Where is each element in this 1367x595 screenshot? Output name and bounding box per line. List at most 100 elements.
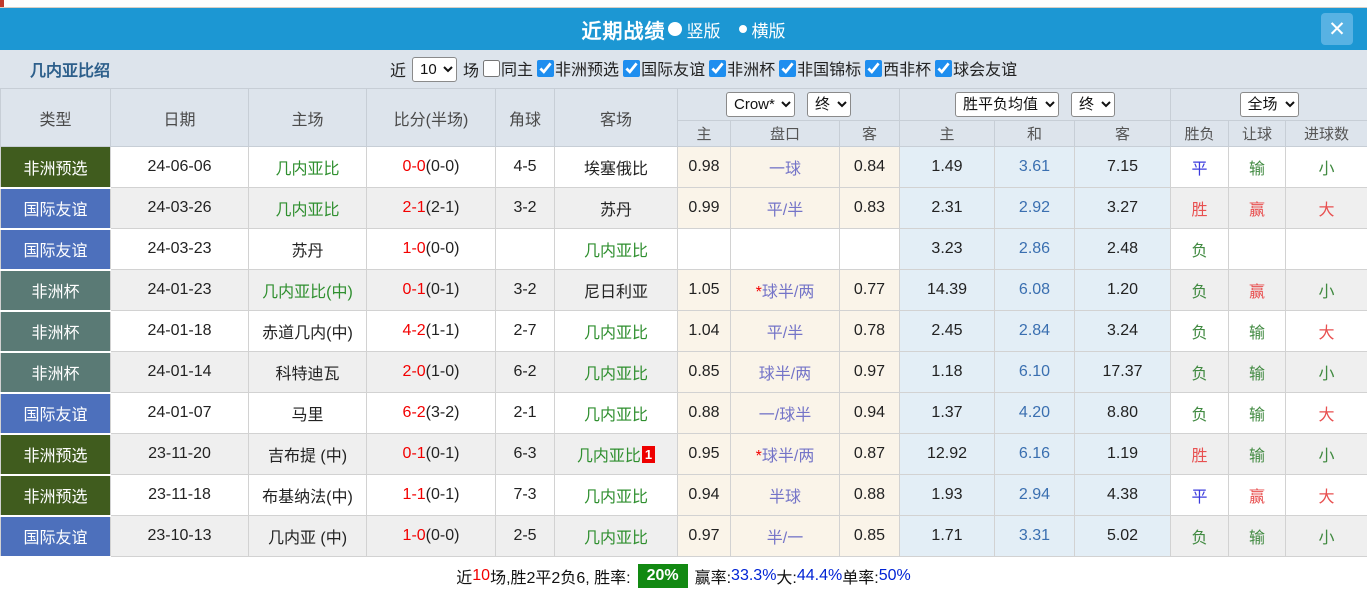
match-type: 国际友谊 bbox=[0, 515, 111, 558]
filter-checkbox-1[interactable]: 非洲预选 bbox=[537, 56, 619, 80]
match-date: 23-10-13 bbox=[110, 515, 249, 557]
europe-odds-select[interactable]: 胜平负均值 bbox=[955, 92, 1060, 117]
filter-checkbox-label: 非洲预选 bbox=[555, 62, 620, 80]
match-row: 非洲杯 24-01-14 科特迪瓦 2-0(1-0) 6-2 几内亚比 0.85 球半/两 0.… bbox=[0, 351, 1367, 394]
sub-header-eu-away: 客 bbox=[1073, 120, 1172, 147]
result-winloss: 负 bbox=[1170, 392, 1230, 434]
result-scope-select[interactable]: 全场 bbox=[1239, 92, 1299, 117]
asia-home-odds: 0.94 bbox=[677, 474, 731, 516]
asia-handicap: *球半/两 bbox=[730, 433, 840, 475]
filter-checkbox-group: 同主 非洲预选 国际友谊 非洲杯 非国锦标 西非杯 球会友谊 bbox=[479, 56, 1017, 82]
filter-checkbox-0[interactable]: 同主 bbox=[483, 56, 533, 80]
result-winloss: 负 bbox=[1170, 228, 1230, 270]
sub-header-winloss: 胜负 bbox=[1170, 120, 1230, 147]
europe-home-odds: 1.71 bbox=[899, 515, 995, 557]
result-winloss: 平 bbox=[1170, 474, 1230, 516]
filter-checkbox-label: 非国锦标 bbox=[797, 62, 862, 80]
europe-time-select[interactable]: 终 bbox=[1071, 92, 1116, 117]
home-team: 几内亚比 bbox=[248, 187, 367, 229]
fulltime-score: 1-1 bbox=[402, 486, 426, 503]
home-team: 吉布提 (中) bbox=[248, 433, 367, 475]
asia-home-odds: 1.05 bbox=[677, 269, 731, 311]
result-handicap: 输 bbox=[1228, 146, 1287, 188]
asia-away-odds: 0.78 bbox=[839, 310, 900, 352]
away-team: 几内亚比 bbox=[554, 474, 678, 516]
europe-home-odds: 1.93 bbox=[899, 474, 995, 516]
europe-draw-odds: 3.31 bbox=[994, 515, 1075, 557]
match-row: 非洲杯 24-01-18 赤道几内(中) 4-2(1-1) 2-7 几内亚比 1.04 平/半… bbox=[0, 310, 1367, 353]
radio-unselected-icon[interactable] bbox=[738, 25, 747, 33]
filter-bar: 几内亚比绍 近 10 场 同主 非洲预选 国际友谊 非洲杯 非国锦标 西非杯 球会友谊 bbox=[0, 50, 1367, 88]
halftime-score: (2-1) bbox=[425, 199, 460, 216]
summary-segment-2: 场,胜2平2负6, 胜率: bbox=[490, 570, 631, 587]
field-label: 场 bbox=[463, 63, 480, 80]
match-type: 非洲预选 bbox=[0, 146, 111, 189]
summary-segment-8: 单率: bbox=[842, 570, 879, 587]
europe-home-odds: 1.37 bbox=[899, 392, 995, 434]
view-option-horizontal[interactable]: 横版 bbox=[723, 17, 786, 42]
filter-checkbox-label: 西非杯 bbox=[883, 62, 932, 80]
filter-checkbox-input-1[interactable] bbox=[537, 59, 555, 77]
result-handicap: 输 bbox=[1228, 433, 1287, 475]
filter-checkbox-3[interactable]: 非洲杯 bbox=[709, 56, 775, 80]
away-team-name: 几内亚比 bbox=[583, 530, 648, 547]
filter-checkbox-input-5[interactable] bbox=[865, 59, 883, 77]
match-count-select[interactable]: 10 bbox=[412, 56, 458, 82]
corner-score: 7-3 bbox=[495, 474, 555, 516]
col-header-corner: 角球 bbox=[495, 88, 555, 147]
home-team: 几内亚比 bbox=[248, 146, 367, 188]
match-row: 国际友谊 24-01-07 马里 6-2(3-2) 2-1 几内亚比 0.88 一/球半 0.9… bbox=[0, 392, 1367, 435]
filter-checkbox-input-4[interactable] bbox=[779, 59, 797, 77]
filter-checkbox-input-2[interactable] bbox=[623, 59, 641, 77]
view-option-vertical[interactable]: 竖版 bbox=[667, 17, 721, 42]
close-icon[interactable]: ✕ bbox=[1321, 13, 1353, 45]
match-row: 国际友谊 23-10-13 几内亚 (中) 1-0(0-0) 2-5 几内亚比 0.97 半/… bbox=[0, 515, 1367, 558]
handicap-text: 半球 bbox=[768, 489, 801, 506]
home-team: 布基纳法(中) bbox=[248, 474, 367, 516]
summary-segment-5: 33.3% bbox=[731, 567, 777, 584]
radio-selected-icon[interactable] bbox=[667, 22, 682, 36]
match-row: 非洲预选 23-11-18 布基纳法(中) 1-1(0-1) 7-3 几内亚比 0.94 半球… bbox=[0, 474, 1367, 517]
asia-away-odds: 0.77 bbox=[839, 269, 900, 311]
filter-checkbox-input-0[interactable] bbox=[483, 59, 501, 77]
filter-checkbox-6[interactable]: 球会友谊 bbox=[935, 56, 1017, 80]
filter-checkbox-4[interactable]: 非国锦标 bbox=[779, 56, 861, 80]
home-team: 几内亚比(中) bbox=[248, 269, 367, 311]
europe-away-odds: 1.19 bbox=[1073, 433, 1172, 475]
asia-handicap: 平/半 bbox=[730, 187, 840, 229]
result-goals: 大 bbox=[1285, 392, 1367, 434]
away-team: 几内亚比 bbox=[554, 515, 678, 557]
live-badge: 1 bbox=[641, 446, 656, 463]
team-name: 几内亚比绍 bbox=[30, 63, 111, 80]
result-goals: 小 bbox=[1285, 433, 1367, 475]
result-goals bbox=[1285, 228, 1367, 270]
europe-draw-odds: 3.61 bbox=[994, 146, 1075, 188]
asia-odds-header-cell: Crow* 终 bbox=[677, 88, 900, 121]
asia-time-select[interactable]: 终 bbox=[807, 92, 851, 117]
europe-home-odds: 12.92 bbox=[899, 433, 995, 475]
summary-segment-3: 20% bbox=[637, 564, 688, 588]
asia-away-odds: 0.83 bbox=[839, 187, 900, 229]
result-goals: 小 bbox=[1285, 146, 1367, 188]
filter-checkbox-5[interactable]: 西非杯 bbox=[865, 56, 931, 80]
col-header-type: 类型 bbox=[0, 88, 111, 147]
result-handicap bbox=[1228, 228, 1287, 270]
halftime-score: (3-2) bbox=[425, 404, 460, 421]
asia-company-select[interactable]: Crow* bbox=[726, 92, 795, 117]
match-row: 国际友谊 24-03-26 几内亚比 2-1(2-1) 3-2 苏丹 0.99 平/半 0.83… bbox=[0, 187, 1367, 230]
result-goals: 大 bbox=[1285, 310, 1367, 352]
handicap-text: 球半/两 bbox=[758, 366, 812, 383]
fulltime-score: 4-2 bbox=[402, 322, 426, 339]
filter-checkbox-input-3[interactable] bbox=[709, 59, 727, 77]
home-team: 马里 bbox=[248, 392, 367, 434]
filter-checkbox-input-6[interactable] bbox=[935, 59, 953, 77]
summary-segment-0: 近 bbox=[456, 570, 473, 587]
corner-score: 3-2 bbox=[495, 269, 555, 311]
filter-controls: 近 10 场 同主 非洲预选 国际友谊 非洲杯 非国锦标 西非杯 球会友谊 bbox=[390, 56, 1017, 82]
result-scope-header-cell: 全场 bbox=[1170, 88, 1367, 121]
match-date: 23-11-18 bbox=[110, 474, 249, 516]
asia-home-odds: 0.99 bbox=[677, 187, 731, 229]
filter-checkbox-2[interactable]: 国际友谊 bbox=[623, 56, 705, 80]
europe-home-odds: 1.18 bbox=[899, 351, 995, 393]
page-top-strip bbox=[0, 0, 1367, 8]
